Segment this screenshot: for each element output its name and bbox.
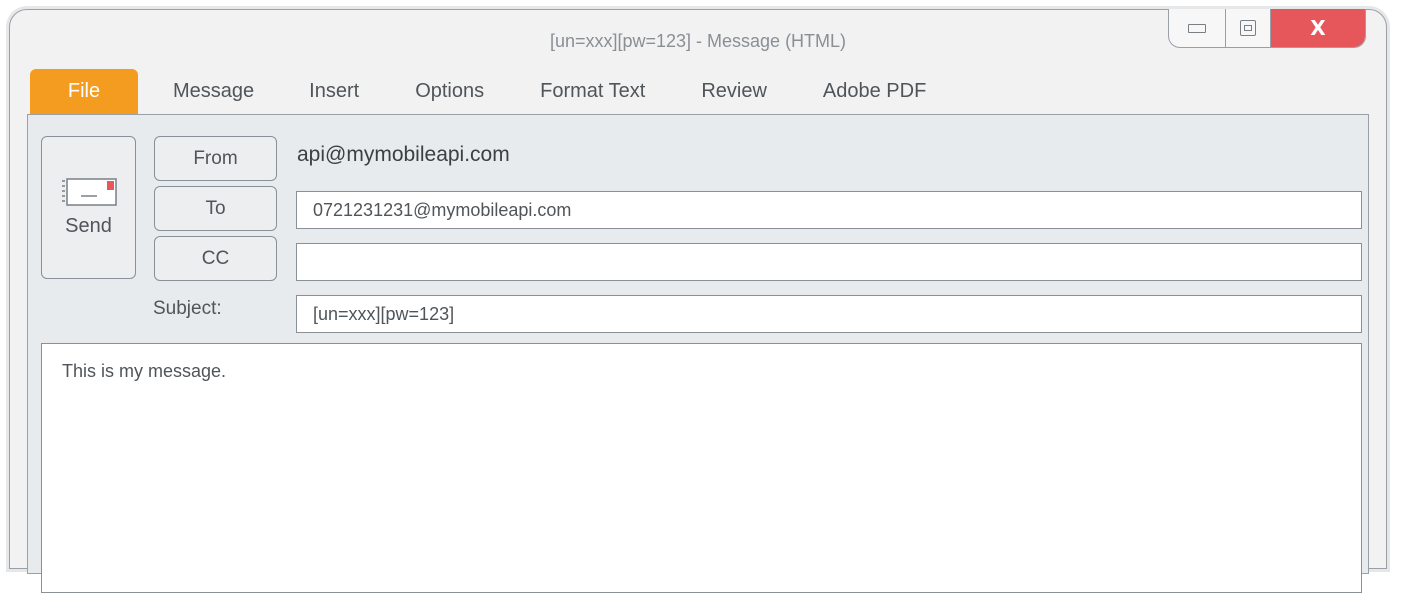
maximize-button[interactable] [1226,9,1271,47]
from-value: api@mymobileapi.com [297,143,510,166]
tab-options[interactable]: Options [387,69,512,114]
close-button[interactable]: X [1271,9,1365,47]
close-icon: X [1310,16,1326,40]
minimize-icon [1188,23,1206,33]
from-button[interactable]: From [154,136,277,181]
message-body[interactable]: This is my message. [41,343,1362,593]
envelope-icon [62,178,117,206]
tab-message[interactable]: Message [146,69,281,114]
subject-field[interactable]: [un=xxx][pw=123] [296,295,1362,333]
tab-format-text[interactable]: Format Text [512,69,673,114]
to-field[interactable]: 0721231231@mymobileapi.com [296,191,1362,229]
tab-review[interactable]: Review [673,69,795,114]
tab-adobe-pdf[interactable]: Adobe PDF [795,69,954,114]
cc-button[interactable]: CC [154,236,277,281]
minimize-button[interactable] [1169,9,1226,47]
cc-field[interactable] [296,243,1362,281]
maximize-icon [1240,20,1256,36]
tab-file[interactable]: File [30,69,138,114]
to-button[interactable]: To [154,186,277,231]
send-button[interactable]: Send [41,136,136,279]
tab-insert[interactable]: Insert [281,69,387,114]
ribbon-tabs: File Message Insert Options Format Text … [30,69,954,114]
message-window: [un=xxx][pw=123] - Message (HTML) X File… [9,9,1387,593]
send-label: Send [65,215,112,237]
subject-label: Subject: [153,298,222,319]
window-controls: X [1168,9,1366,48]
compose-pane: Send From api@mymobileapi.com To 0721231… [27,114,1369,593]
